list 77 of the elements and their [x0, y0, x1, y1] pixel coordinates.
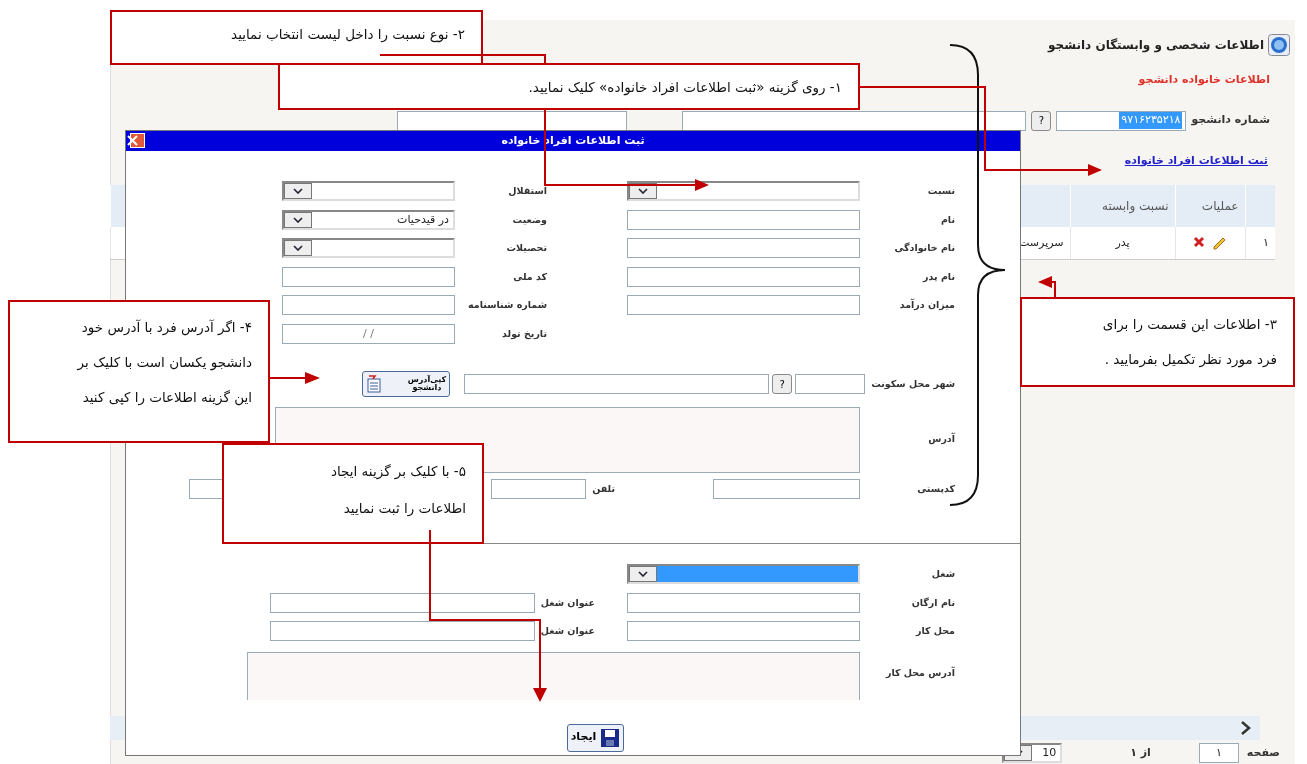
chevron-right-icon[interactable] [1240, 720, 1252, 736]
field-label: آدرس محل کار [885, 666, 955, 678]
input-field[interactable] [627, 238, 860, 259]
callout-text: ۵- با کلیک بر گزینه ایجاد اطلاعات را ثبت نمایید [331, 462, 466, 519]
callout-text: ۴- اگر آدرس فرد با آدرس خود دانشجو یکسان است با کلیک بر این گزینه اطلاعات را کپی کنید [77, 318, 252, 408]
field-label: تاریخ تولد [501, 326, 547, 341]
field-label: شهر محل سکونت [871, 377, 955, 392]
dialog-title: ثبت اطلاعات افراد خانواده [501, 132, 645, 149]
caret-icon [293, 216, 303, 223]
edit-pencil-icon[interactable] [1213, 235, 1227, 250]
callout-text: ۳- اطلاعات این قسمت را برای فرد مورد نظر تکمیل بفرمایید . [1102, 315, 1277, 370]
input-field[interactable] [627, 592, 860, 613]
field-label: محل کار [914, 624, 955, 639]
input-field[interactable] [627, 209, 860, 230]
input-field[interactable] [627, 266, 860, 287]
field-label: کدپستی [916, 481, 955, 496]
field-label: شغل [930, 567, 955, 582]
close-button[interactable] [130, 133, 145, 148]
work-address-textarea[interactable] [247, 651, 860, 700]
caret-icon [638, 188, 648, 195]
input-field[interactable] [627, 621, 860, 642]
input-field[interactable] [795, 374, 866, 395]
caret-icon [638, 571, 648, 578]
input-field[interactable] [282, 266, 455, 287]
input-field[interactable] [627, 295, 860, 316]
page-title: اطلاعات شخصی و وابستگان دانشجو [1048, 37, 1264, 54]
document-icon [366, 375, 383, 394]
name-field[interactable] [682, 110, 1027, 131]
dropdown[interactable] [627, 181, 860, 202]
field-label: وضعیت [511, 212, 547, 227]
page-number-field[interactable]: ۱ [1198, 743, 1239, 763]
field-label: استقلال [507, 184, 547, 199]
pager-label: صفحه [1246, 744, 1280, 761]
field-label: نام ارگان [910, 595, 955, 610]
copy-address-button[interactable]: کپی‌آدرس دانشجو [362, 371, 451, 398]
field-label: شماره دانشجو [1191, 112, 1270, 129]
field-label: نام پدر [921, 269, 955, 284]
field-label: نسبت [926, 184, 955, 199]
page-count: از ۱ [1130, 744, 1151, 761]
section-subtitle: اطلاعات خانواده دانشجو [1138, 72, 1270, 88]
callout-text: ۱- روی گزینه «ثبت اطلاعات افراد خانواده» کلیک نمایید. [528, 78, 842, 98]
field-label: کد ملی [512, 269, 547, 284]
help-icon[interactable] [1268, 34, 1290, 56]
field-label: عنوان شغل [540, 595, 595, 610]
dropdown[interactable] [282, 181, 455, 202]
field-label: عنوان شغل [540, 624, 595, 639]
column-header: نسبت وابسته [1070, 185, 1175, 227]
field-label: میزان درآمد [898, 298, 955, 313]
input-field[interactable] [269, 592, 535, 613]
city-field[interactable] [464, 374, 770, 395]
caret-icon [293, 245, 303, 252]
column-header: عملیات [1175, 185, 1245, 227]
field-label: شماره شناسنامه [467, 298, 547, 313]
input-field[interactable] [397, 110, 628, 131]
field-label: نام [939, 212, 955, 227]
delete-icon[interactable] [1193, 235, 1205, 248]
phone-field[interactable] [491, 478, 587, 499]
job-dropdown[interactable] [627, 564, 860, 585]
callout-text: ۲- نوع نسبت را داخل لیست انتخاب نمایید [231, 25, 465, 45]
field-label: تحصیلات [505, 241, 547, 256]
field-label: تلفن [592, 481, 615, 496]
lookup-button[interactable]: ? [1031, 110, 1052, 131]
input-field[interactable] [269, 621, 535, 642]
dropdown[interactable]: در قیدحیات [282, 209, 455, 230]
date-field[interactable]: / / [282, 323, 455, 344]
field-label: آدرس [928, 432, 955, 447]
caret-icon [293, 188, 303, 195]
add-family-link[interactable]: ثبت اطلاعات افراد خانواده [1124, 152, 1268, 169]
create-button[interactable]: ایجاد [566, 723, 625, 752]
table-cell: سرپرست [1019, 235, 1064, 249]
input-field[interactable] [282, 295, 455, 316]
table-cell: پدر [1070, 227, 1175, 259]
postal-code-field[interactable] [713, 478, 860, 499]
lookup-button[interactable]: ? [772, 374, 793, 395]
table-cell: ۱ [1245, 227, 1275, 259]
dropdown[interactable] [282, 238, 455, 259]
field-label: نام خانوادگی [893, 241, 955, 256]
